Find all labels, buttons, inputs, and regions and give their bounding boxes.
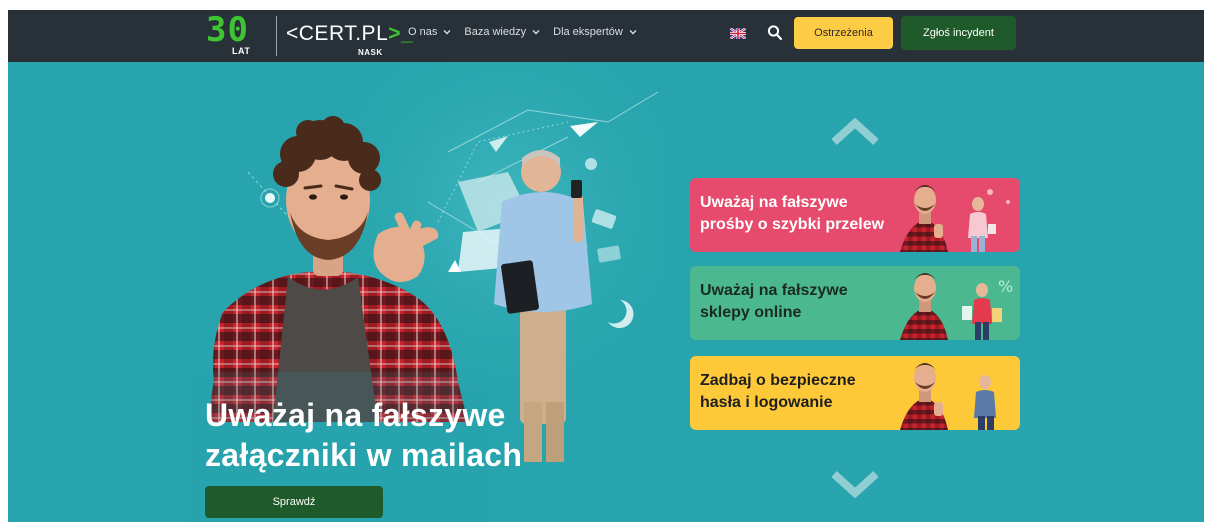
nav-item-label: O nas: [408, 26, 438, 38]
chevron-down-icon: [532, 30, 540, 35]
card-title-line-2: sklepy online: [700, 304, 802, 321]
carousel-card-shops[interactable]: Uważaj na fałszywe sklepy online %: [690, 266, 1020, 340]
cert-logo[interactable]: <CERT.PL>_ NASK: [286, 18, 413, 58]
nav-item-o-nas[interactable]: O nas: [408, 26, 452, 38]
chevron-down-icon: [443, 30, 451, 35]
card-title-line-1: Uważaj na fałszywe: [700, 282, 848, 299]
hero-title-line-2: załączniki w mailach: [205, 437, 523, 473]
main-menu: O nas Baza wiedzy Dla ekspertów: [408, 26, 638, 38]
chevron-up-icon[interactable]: [830, 118, 880, 146]
nav-item-dla-ekspertow[interactable]: Dla ekspertów: [553, 26, 638, 38]
page-frame: 30 LAT <CERT.PL>_ NASK O nas Baza wiedzy…: [8, 10, 1204, 522]
check-button[interactable]: Sprawdź: [205, 486, 383, 518]
search-icon[interactable]: [767, 24, 783, 42]
hero-title-line-1: Uważaj na fałszywe: [205, 397, 506, 433]
card-title: Uważaj na fałszywe sklepy online: [700, 280, 848, 324]
card-illustration: %: [900, 273, 1013, 340]
top-navbar: 30 LAT <CERT.PL>_ NASK O nas Baza wiedzy…: [8, 10, 1204, 62]
brand-name: CERT.PL: [298, 22, 389, 45]
cert-logo-text: <CERT.PL>_: [286, 22, 413, 46]
anniversary-label: LAT: [232, 46, 251, 56]
carousel-card-passwords[interactable]: Zadbaj o bezpieczne hasła i logowanie: [690, 356, 1020, 430]
nav-item-baza-wiedzy[interactable]: Baza wiedzy: [464, 26, 541, 38]
nask-label: NASK: [358, 48, 383, 57]
card-title: Zadbaj o bezpieczne hasła i logowanie: [700, 370, 856, 414]
warnings-button[interactable]: Ostrzeżenia: [794, 17, 893, 49]
chevron-down-icon[interactable]: [830, 470, 880, 498]
card-title-line-1: Uważaj na fałszywe: [700, 194, 848, 211]
anniversary-logo[interactable]: 30 LAT: [206, 10, 268, 58]
nav-item-label: Dla ekspertów: [553, 26, 623, 38]
logo-divider: [276, 16, 277, 56]
card-illustration: [900, 185, 1010, 252]
svg-text:%: %: [998, 277, 1013, 296]
card-title-line-1: Zadbaj o bezpieczne: [700, 372, 856, 389]
chevron-down-icon: [629, 30, 637, 35]
card-title: Uważaj na fałszywe prośby o szybki przel…: [700, 192, 884, 236]
card-illustration: [900, 363, 996, 430]
hero-title: Uważaj na fałszywe załączniki w mailach: [205, 395, 625, 475]
card-title-line-2: hasła i logowanie: [700, 394, 833, 411]
card-title-line-2: prośby o szybki przelew: [700, 216, 885, 233]
nav-item-label: Baza wiedzy: [464, 26, 527, 38]
carousel-card-transfer[interactable]: Uważaj na fałszywe prośby o szybki przel…: [690, 178, 1020, 252]
uk-flag-icon[interactable]: [730, 28, 746, 39]
anniversary-number: 30: [206, 10, 249, 50]
brand-prefix: <: [286, 22, 299, 45]
report-incident-button[interactable]: Zgłoś incydent: [901, 16, 1016, 50]
